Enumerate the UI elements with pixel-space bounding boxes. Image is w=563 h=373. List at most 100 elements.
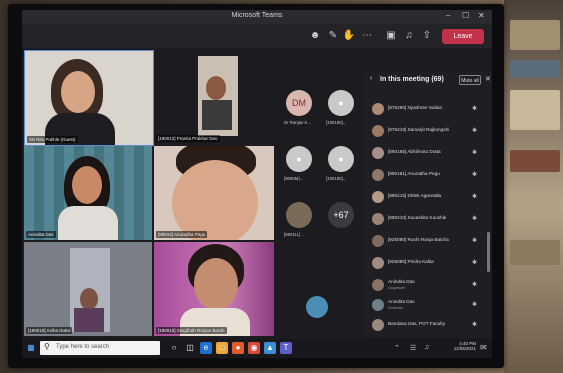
mute-all-button[interactable]: Mute all bbox=[459, 75, 481, 85]
participant-row[interactable]: [875418] Samarjit Rajkongshi ✱ bbox=[372, 124, 482, 138]
reactions-icon[interactable]: ✋ bbox=[342, 29, 356, 43]
avatar-label: Dr Ranjan K... bbox=[284, 120, 311, 125]
firefox-icon[interactable]: ● bbox=[232, 342, 244, 354]
participant-face bbox=[172, 160, 258, 240]
participant-row[interactable]: [925080] Prisha Kalita ✱ bbox=[372, 256, 482, 270]
people-icon[interactable]: ☻ bbox=[308, 29, 322, 43]
video-tile[interactable]: Anindita Das bbox=[24, 146, 152, 240]
photos-icon[interactable]: ▲ bbox=[264, 342, 276, 354]
participant-name: Bandana Das, PGT Faculty bbox=[388, 321, 445, 326]
cortana-icon[interactable]: ○ bbox=[168, 342, 180, 354]
close-icon[interactable]: ✕ bbox=[478, 11, 485, 20]
taskbar-search[interactable]: ⚲ Type here to search bbox=[40, 341, 160, 355]
avatar[interactable]: DM bbox=[286, 90, 312, 116]
participant-face bbox=[194, 258, 238, 310]
video-tile[interactable]: [190018] Astha Dutta bbox=[24, 242, 152, 336]
volume-icon[interactable]: ♫ bbox=[424, 344, 429, 351]
clock-date: 11/05/2021 bbox=[453, 346, 476, 351]
person-icon: ● bbox=[338, 154, 344, 164]
mic-off-icon: ✱ bbox=[472, 150, 478, 156]
network-icon[interactable]: ☰ bbox=[410, 344, 416, 352]
tile-label: Anindita Das bbox=[26, 231, 56, 238]
mic-off-icon: ✱ bbox=[472, 128, 478, 134]
participant-row[interactable]: [875290] Nyashree Saikia ✱ bbox=[372, 102, 482, 116]
avatar bbox=[372, 147, 384, 159]
participant-row[interactable]: Bandana Das, PGT Faculty ✱ bbox=[372, 318, 482, 332]
avatar[interactable]: ● bbox=[328, 146, 354, 172]
participant-row[interactable]: [890215] Dhlek Agarwalla ✱ bbox=[372, 190, 482, 204]
windows-start-icon[interactable]: ▦ bbox=[25, 342, 37, 354]
participant-row[interactable]: [925080] Rushi Ranja Baicha ✱ bbox=[372, 234, 482, 248]
system-tray-icon[interactable]: ⌃ bbox=[394, 344, 400, 352]
avatar bbox=[372, 169, 384, 181]
task-view-icon[interactable]: ◫ bbox=[184, 342, 196, 354]
participant-row[interactable]: [890210] Suvashita Koushik ✱ bbox=[372, 212, 482, 226]
participant-row[interactable]: Anindita Das Organizer ✱ bbox=[372, 278, 482, 292]
window-title: Microsoft Teams bbox=[231, 12, 283, 19]
mic-off-icon: ✱ bbox=[472, 302, 478, 308]
teams-icon[interactable]: T bbox=[280, 342, 292, 354]
participant-name: [925080] Rushi Ranja Baicha bbox=[388, 237, 449, 242]
share-screen-icon[interactable]: ⇧ bbox=[420, 29, 434, 43]
chat-icon[interactable]: ✎ bbox=[326, 29, 340, 43]
leave-button[interactable]: Leave bbox=[442, 29, 484, 44]
avatar[interactable]: ● bbox=[328, 90, 354, 116]
mic-off-icon: ✱ bbox=[472, 194, 478, 200]
avatar bbox=[372, 103, 384, 115]
minimize-icon[interactable]: – bbox=[446, 11, 450, 20]
avatar bbox=[372, 279, 384, 291]
video-tile[interactable]: Ms Ritu Pukhle (Guest) bbox=[24, 50, 154, 146]
file-explorer-icon[interactable]: □ bbox=[216, 342, 228, 354]
book bbox=[510, 240, 560, 265]
microphone-icon[interactable]: ♫ bbox=[402, 29, 416, 43]
avatar bbox=[372, 319, 384, 331]
participant-row[interactable]: Anindita Das External ✱ bbox=[372, 298, 482, 312]
tile-label: Ms Ritu Pukhle (Guest) bbox=[27, 136, 78, 143]
more-participants-badge[interactable]: +67 bbox=[328, 202, 354, 228]
camera-icon[interactable]: ▣ bbox=[384, 29, 398, 43]
avatar-label: [190190]... bbox=[326, 120, 347, 125]
participant-face bbox=[80, 288, 98, 310]
tile-label: [190012] Pranita Prakhar Deo bbox=[156, 135, 220, 142]
chevron-left-icon[interactable]: ‹ bbox=[370, 75, 372, 82]
video-tile[interactable]: [190012] Pranita Prakhar Deo bbox=[154, 50, 274, 144]
video-tile[interactable]: [190018] Snigdhah Ranjan Borah bbox=[154, 242, 274, 336]
avatar-label: [190180]... bbox=[326, 176, 347, 181]
tile-label: [190018] Astha Dutta bbox=[26, 327, 73, 334]
participant-body bbox=[202, 100, 232, 130]
avatar bbox=[372, 191, 384, 203]
mic-off-icon: ✱ bbox=[472, 282, 478, 288]
maximize-icon[interactable]: ☐ bbox=[462, 11, 469, 20]
taskbar: ▦ ⚲ Type here to search ○ ◫ e □ ● ◉ ▲ T … bbox=[22, 338, 492, 358]
person-icon: ● bbox=[338, 98, 344, 108]
close-panel-icon[interactable]: ✕ bbox=[485, 75, 491, 83]
edge-icon[interactable]: e bbox=[200, 342, 212, 354]
participant-face bbox=[61, 71, 95, 113]
avatar bbox=[372, 235, 384, 247]
bookshelf bbox=[504, 0, 563, 373]
participant-row[interactable]: [890185] Abhilmoto Dutta ✱ bbox=[372, 146, 482, 160]
person-icon: ● bbox=[296, 154, 302, 164]
video-tile[interactable]: [89916] Anuradha Pegu bbox=[154, 146, 274, 240]
avatar bbox=[372, 125, 384, 137]
search-icon: ⚲ bbox=[44, 342, 50, 351]
participant-name: [890185] Abhilmoto Dutta bbox=[388, 149, 441, 154]
avatar[interactable] bbox=[286, 202, 312, 228]
avatar bbox=[372, 257, 384, 269]
participant-name: [875290] Nyashree Saikia bbox=[388, 105, 442, 110]
mic-off-icon: ✱ bbox=[472, 106, 478, 112]
participant-name: [925080] Prisha Kalita bbox=[388, 259, 434, 264]
participant-name: Anindita Das bbox=[388, 299, 415, 304]
avatar bbox=[372, 213, 384, 225]
avatar[interactable] bbox=[306, 296, 328, 318]
avatar-label: [890111] ... bbox=[284, 232, 305, 237]
chrome-icon[interactable]: ◉ bbox=[248, 342, 260, 354]
scrollbar[interactable] bbox=[487, 232, 490, 272]
mic-off-icon: ✱ bbox=[472, 216, 478, 222]
participant-name: [890210] Suvashita Koushik bbox=[388, 215, 447, 220]
participant-row[interactable]: [890181] Anuradha Pegu ✱ bbox=[372, 168, 482, 182]
more-options-icon[interactable]: ⋯ bbox=[360, 29, 374, 43]
notifications-icon[interactable]: ✉ bbox=[480, 343, 487, 352]
avatar[interactable]: ● bbox=[286, 146, 312, 172]
taskbar-clock[interactable]: 4:40 PM 11/05/2021 bbox=[442, 341, 476, 351]
